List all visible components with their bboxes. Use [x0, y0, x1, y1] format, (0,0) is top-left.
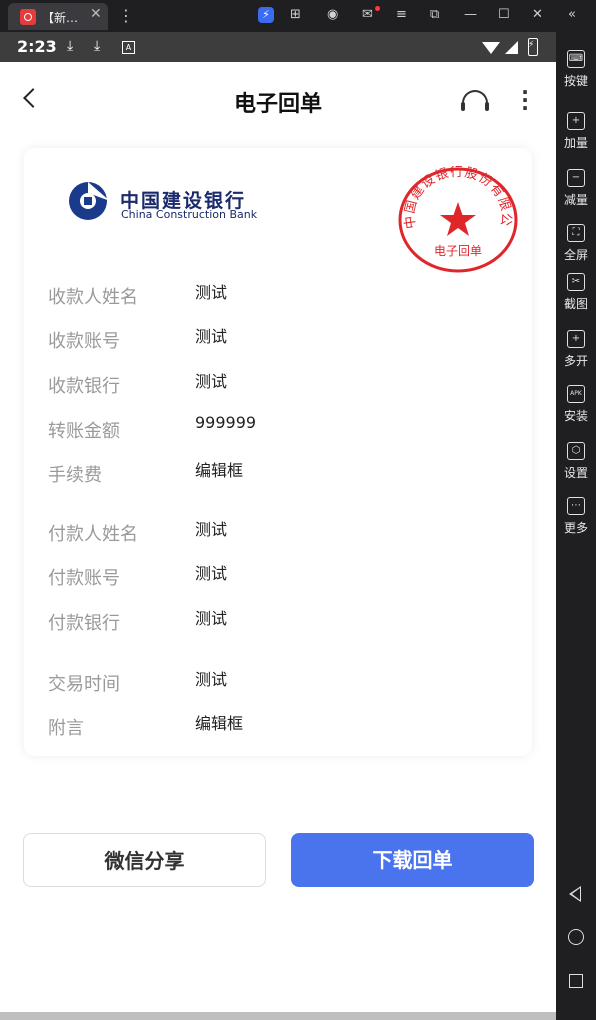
row-value: 编辑框 — [195, 461, 244, 480]
volume-down-icon: − — [567, 169, 585, 187]
row-label: 收款账号 — [48, 331, 120, 352]
sidebar-item-label: 减量 — [563, 193, 588, 207]
sidebar-item[interactable]: ⛶ 全屏 — [556, 224, 596, 263]
download-receipt-button[interactable]: 下载回单 — [291, 833, 534, 887]
row-value: 测试 — [195, 609, 228, 628]
more-icon: ⋯ — [567, 497, 585, 515]
app-header: 电子回单 · · · — [0, 62, 556, 142]
row-value: 999999 — [195, 413, 257, 432]
row-label: 付款人姓名 — [48, 524, 138, 545]
row-label: 手续费 — [48, 465, 102, 486]
sidebar-item-label: 多开 — [563, 354, 588, 368]
mail-icon[interactable]: ✉ — [362, 7, 373, 23]
seal-caption: 电子回单 — [434, 244, 482, 258]
nav-home-icon[interactable] — [568, 929, 584, 945]
sidebar-item-label: 设置 — [563, 466, 588, 480]
window-menu-icon[interactable]: ⋮ — [118, 6, 134, 25]
row-value: 测试 — [195, 327, 228, 346]
sidebar-item[interactable]: − 减量 — [556, 169, 596, 208]
row-label: 收款人姓名 — [48, 287, 138, 308]
sidebar-item-label: 安装 — [563, 409, 588, 423]
gamepad-icon[interactable]: ⊞ — [290, 7, 301, 23]
download-icon: ⤓ — [94, 38, 101, 54]
collapse-sidebar-icon[interactable]: « — [568, 7, 576, 23]
row-value: 测试 — [195, 520, 228, 539]
app-logo-icon — [20, 9, 36, 25]
wifi-icon — [482, 42, 500, 54]
multi-instance-icon: + — [567, 330, 585, 348]
sidebar-item-label: 全屏 — [563, 248, 588, 262]
tab-title: 【新… — [42, 11, 79, 25]
bottom-edge — [0, 1012, 556, 1020]
ccb-logo-icon — [69, 182, 110, 220]
sidebar-item[interactable]: + 加量 — [556, 112, 596, 151]
battery-icon — [528, 38, 538, 56]
row-label: 附言 — [48, 718, 84, 739]
row-label: 收款银行 — [48, 376, 120, 397]
scissors-icon: ✂ — [567, 273, 585, 291]
sidebar-item[interactable]: ✂ 截图 — [556, 273, 596, 312]
receipt-card: 中国建设银行 China Construction Bank 中国建设银行股份有… — [24, 148, 532, 756]
bank-name-en: China Construction Bank — [121, 208, 258, 221]
sidebar-item[interactable]: APK 安装 — [556, 385, 596, 424]
sidebar-item-label: 加量 — [563, 136, 588, 150]
download-icon: ⤓ — [67, 38, 74, 54]
menu-icon[interactable]: ≡ — [396, 7, 407, 23]
nav-recents-icon[interactable] — [569, 974, 583, 988]
row-label: 交易时间 — [48, 674, 120, 695]
close-icon[interactable]: ✕ — [532, 7, 543, 23]
row-value: 编辑框 — [195, 714, 244, 733]
row-value: 测试 — [195, 564, 228, 583]
bank-seal-stamp: 中国建设银行股份有限公司 电子回单 — [398, 166, 518, 273]
row-value: 测试 — [195, 670, 228, 689]
tab-close-icon[interactable]: ✕ — [90, 6, 102, 22]
row-value: 测试 — [195, 372, 228, 391]
screenshot-icon[interactable]: ⧉ — [430, 7, 439, 23]
status-time: 2:23 — [17, 37, 57, 56]
minimize-icon[interactable]: — — [464, 7, 477, 23]
nav-back-icon[interactable] — [569, 886, 581, 902]
more-options-icon[interactable]: · · · — [515, 82, 535, 118]
sidebar-item[interactable]: + 多开 — [556, 330, 596, 369]
settings-icon: ⬡ — [567, 442, 585, 460]
row-label: 付款银行 — [48, 613, 120, 634]
status-bar: 2:23 ⤓ ⤓ A — [0, 32, 556, 62]
emulator-sidebar: ⌨ 按键 + 加量 − 减量 ⛶ 全屏 ✂ 截图 + 多开 APK 安装 ⬡ 设置 ⋯ 更多 — [556, 32, 596, 1020]
apk-icon: APK — [567, 385, 585, 403]
keyboard-icon: ⌨ — [567, 50, 585, 68]
sidebar-item[interactable]: ⬡ 设置 — [556, 442, 596, 481]
wechat-share-button[interactable]: 微信分享 — [23, 833, 266, 887]
maximize-icon[interactable]: ☐ — [498, 7, 510, 23]
sidebar-item-label: 更多 — [563, 521, 588, 535]
sidebar-item[interactable]: ⋯ 更多 — [556, 497, 596, 536]
row-label: 付款账号 — [48, 568, 120, 589]
fullscreen-icon: ⛶ — [567, 224, 585, 242]
sidebar-item[interactable]: ⌨ 按键 — [556, 50, 596, 89]
signal-icon — [505, 41, 518, 54]
emulator-title-bar: 【新… ✕ ⋮ ⚡ ⊞ ◉ ✉ ≡ ⧉ — ☐ ✕ « — [0, 0, 596, 32]
row-label: 转账金额 — [48, 421, 120, 442]
browser-tab[interactable]: 【新… ✕ — [8, 3, 108, 30]
bolt-icon[interactable]: ⚡ — [258, 7, 274, 23]
a-icon: A — [122, 41, 135, 54]
row-value: 测试 — [195, 283, 228, 302]
notification-dot — [375, 6, 380, 11]
volume-up-icon: + — [567, 112, 585, 130]
sidebar-item-label: 截图 — [563, 297, 588, 311]
sidebar-item-label: 按键 — [563, 74, 588, 88]
account-icon[interactable]: ◉ — [327, 7, 338, 23]
